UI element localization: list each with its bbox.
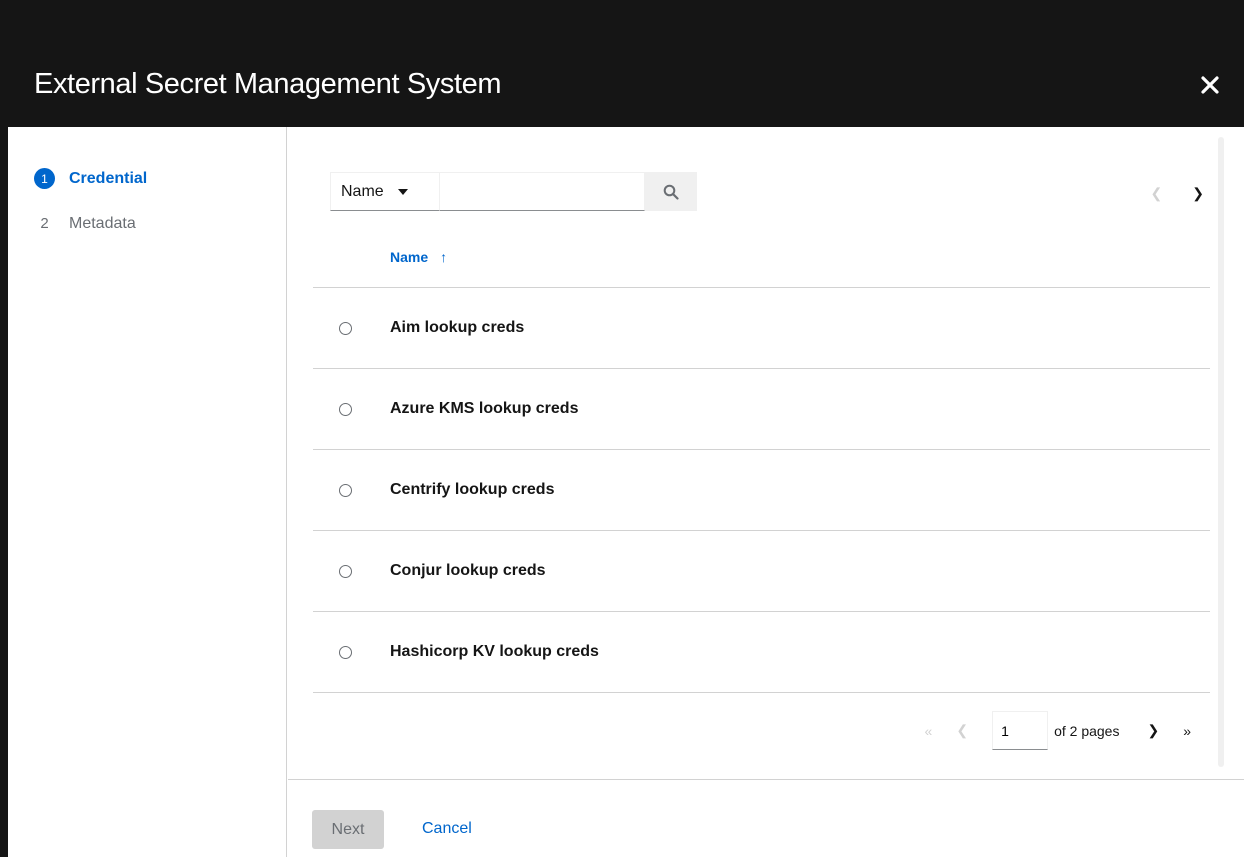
caret-down-icon — [397, 188, 408, 195]
modal-top-strip — [8, 12, 1244, 34]
step-number-badge: 1 — [34, 168, 55, 189]
next-page-icon[interactable]: ❯ — [1192, 185, 1204, 202]
column-header-name[interactable]: Name ↑ — [390, 249, 447, 265]
search-button[interactable] — [645, 172, 697, 211]
step-label: Metadata — [69, 214, 136, 232]
row-name: Aim lookup creds — [390, 319, 525, 336]
search-icon — [663, 184, 679, 200]
step-number: 2 — [40, 215, 49, 232]
row-name: Hashicorp KV lookup creds — [390, 643, 599, 660]
scrollbar[interactable] — [1218, 137, 1224, 767]
top-pagination: ❮ ❯ — [1151, 185, 1204, 202]
search-toolbar: Name — [330, 172, 697, 211]
modal-title-bar: External Secret Management System — [8, 34, 1244, 127]
wizard-step-metadata[interactable]: 2 Metadata — [34, 213, 136, 234]
bottom-pagination: « ❮ of 2 pages ❯ » — [925, 711, 1191, 750]
column-header-label: Name — [390, 249, 429, 265]
table-row[interactable]: Centrify lookup creds — [313, 450, 1210, 531]
close-icon[interactable] — [1198, 73, 1222, 97]
previous-page-icon[interactable]: ❮ — [956, 722, 968, 739]
table-row[interactable]: Azure KMS lookup creds — [313, 369, 1210, 450]
row-radio[interactable] — [339, 564, 352, 578]
modal-title: External Secret Management System — [34, 68, 502, 100]
first-page-icon[interactable]: « — [925, 723, 933, 739]
row-radio[interactable] — [339, 483, 352, 497]
row-radio[interactable] — [339, 402, 352, 416]
page-number-input[interactable] — [992, 711, 1049, 750]
row-name: Centrify lookup creds — [390, 481, 555, 498]
last-page-icon[interactable]: » — [1183, 723, 1191, 739]
modal: External Secret Management System 1 Cred… — [8, 12, 1244, 857]
row-radio[interactable] — [339, 321, 352, 335]
wizard-step-credential[interactable]: 1 Credential — [34, 168, 147, 189]
table-row[interactable]: Conjur lookup creds — [313, 531, 1210, 612]
row-radio[interactable] — [339, 645, 352, 659]
filter-dropdown[interactable]: Name — [330, 172, 440, 211]
row-name: Azure KMS lookup creds — [390, 400, 579, 417]
table-row[interactable]: Hashicorp KV lookup creds — [313, 612, 1210, 693]
wizard-footer: Next Cancel — [288, 779, 1244, 857]
table-row[interactable]: Aim lookup creds — [313, 288, 1210, 369]
step-label: Credential — [69, 169, 148, 187]
previous-page-icon[interactable]: ❮ — [1151, 185, 1163, 202]
row-name: Conjur lookup creds — [390, 562, 546, 579]
filter-dropdown-label: Name — [341, 182, 384, 200]
credential-list-panel: Name ❮ ❯ Name ↑ Aim lookup creds Azure K… — [288, 127, 1226, 779]
cancel-button[interactable]: Cancel — [422, 820, 472, 838]
search-input[interactable] — [440, 172, 645, 211]
arrow-up-icon: ↑ — [440, 249, 448, 265]
page-count-label: of 2 pages — [1054, 722, 1120, 739]
credential-table: Aim lookup creds Azure KMS lookup creds … — [313, 287, 1210, 693]
modal-body: 1 Credential 2 Metadata Name ❮ ❯ Name ↑ … — [8, 127, 1244, 857]
next-button[interactable]: Next — [312, 810, 384, 849]
wizard-nav: 1 Credential 2 Metadata — [8, 127, 287, 857]
next-page-icon[interactable]: ❯ — [1147, 722, 1159, 739]
